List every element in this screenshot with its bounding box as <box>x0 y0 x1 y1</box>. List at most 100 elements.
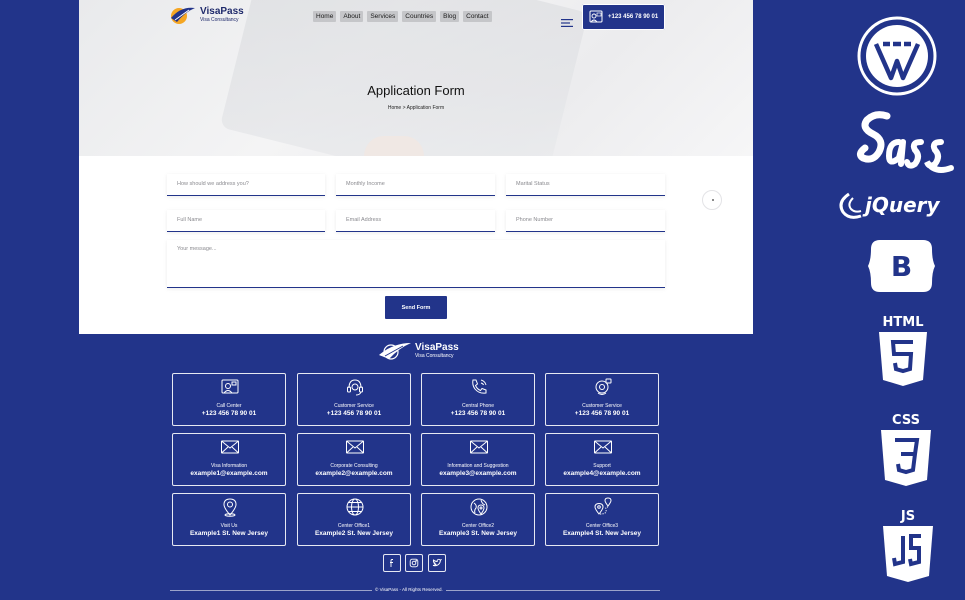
sass-logo <box>856 111 954 173</box>
screenshot-frame: VisaPass Visa Consultancy Home About Ser… <box>79 0 753 334</box>
envelope-icon <box>346 440 364 454</box>
fullname-input[interactable]: Full Name <box>167 210 325 232</box>
card-value: Example4 St. New Jersey <box>562 530 642 537</box>
card-value: Example2 St. New Jersey <box>314 530 394 537</box>
svg-text:CSS: CSS <box>892 413 920 428</box>
phone-placeholder: Phone Number <box>516 217 553 223</box>
contact-card-customer-service-2[interactable]: Customer Service +123 456 78 90 01 <box>545 373 659 426</box>
contact-card-visa-information[interactable]: Visa Information example1@example.com <box>172 433 286 486</box>
js-logo: JS <box>883 509 933 582</box>
nav-contact[interactable]: Contact <box>463 11 492 22</box>
card-value: Example3 St. New Jersey <box>438 530 518 537</box>
site-logo[interactable]: VisaPass Visa Consultancy <box>167 4 244 26</box>
support-agent-icon <box>595 378 612 395</box>
nav-blog[interactable]: Blog <box>440 11 460 22</box>
card-value: +123 456 78 90 01 <box>326 410 382 417</box>
plane-logo-icon <box>379 343 411 360</box>
headset-icon <box>347 379 363 396</box>
envelope-icon <box>594 440 612 454</box>
svg-text:HTML: HTML <box>883 315 924 330</box>
instagram-icon <box>409 558 419 568</box>
plane-logo-icon <box>167 4 197 26</box>
globe-pin-icon <box>470 498 488 516</box>
contact-card-central-phone[interactable]: Central Phone +123 456 78 90 01 <box>421 373 535 426</box>
card-label: Call Center <box>216 403 242 409</box>
card-label: Support <box>593 463 611 469</box>
nav-about[interactable]: About <box>340 11 364 22</box>
hero-banner: VisaPass Visa Consultancy Home About Ser… <box>79 0 753 156</box>
card-label: Visit Us <box>220 523 238 529</box>
breadcrumb-home[interactable]: Home <box>388 105 401 111</box>
html5-logo: HTML <box>879 315 927 386</box>
main-nav: Home About Services Countries Blog Conta… <box>313 11 492 22</box>
email-placeholder: Email Address <box>346 217 382 223</box>
scroll-circle-button[interactable] <box>702 190 722 210</box>
call-center-icon <box>589 10 603 23</box>
nav-services[interactable]: Services <box>367 11 399 22</box>
card-label: Customer Service <box>582 403 622 409</box>
card-label: Center Office3 <box>585 523 619 529</box>
footer-brand-name: VisaPass <box>415 342 459 353</box>
envelope-icon <box>221 440 239 454</box>
contact-card-center-office-1[interactable]: Center Office1 Example2 St. New Jersey <box>297 493 411 546</box>
wordpress-logo <box>857 16 937 96</box>
card-label: Customer Service <box>334 403 374 409</box>
footer-brand-tagline: Visa Consultancy <box>415 353 454 359</box>
footer-logo[interactable]: VisaPass Visa Consultancy <box>377 341 459 361</box>
hand-background <box>364 136 424 156</box>
email-input[interactable]: Email Address <box>336 210 495 232</box>
contact-card-center-office-3[interactable]: Center Office3 Example4 St. New Jersey <box>545 493 659 546</box>
marital-status-input[interactable]: Marital Status <box>506 174 665 196</box>
card-label: Visa Information <box>210 463 248 469</box>
map-route-icon <box>594 497 612 515</box>
nav-home[interactable]: Home <box>313 11 337 22</box>
twitter-link[interactable] <box>428 554 446 572</box>
income-input[interactable]: Monthly Income <box>336 174 495 196</box>
contact-card-call-center[interactable]: Call Center +123 456 78 90 01 <box>172 373 286 426</box>
brand-name: VisaPass <box>200 6 244 17</box>
card-value: example2@example.com <box>315 470 393 477</box>
breadcrumb-current: Application Form <box>406 105 445 111</box>
phone-icon <box>472 379 487 394</box>
card-value: +123 456 78 90 01 <box>201 410 257 417</box>
call-center-icon <box>221 379 239 394</box>
phone-input[interactable]: Phone Number <box>506 210 665 232</box>
nav-countries[interactable]: Countries <box>402 11 437 22</box>
contact-card-information-suggestion[interactable]: Information and Suggestion example3@exam… <box>421 433 535 486</box>
header-phone-button[interactable]: +123 456 78 90 01 <box>582 4 665 30</box>
send-form-button[interactable]: Send Form <box>385 296 447 319</box>
contact-card-visit-us[interactable]: Visit Us Example1 St. New Jersey <box>172 493 286 546</box>
brand-tagline: Visa Consultancy <box>200 17 239 23</box>
bootstrap-logo: B <box>868 240 935 292</box>
message-textarea[interactable]: Your message... <box>167 240 665 288</box>
contact-card-support[interactable]: Support example4@example.com <box>545 433 659 486</box>
card-value: example3@example.com <box>439 470 517 477</box>
card-label: Center Office1 <box>337 523 371 529</box>
dot-icon <box>712 199 714 201</box>
name-placeholder: How should we address you? <box>177 181 249 187</box>
facebook-icon <box>390 559 393 567</box>
marital-placeholder: Marital Status <box>516 181 550 187</box>
fullname-placeholder: Full Name <box>177 217 203 223</box>
breadcrumb-separator: > <box>402 105 406 111</box>
card-label: Central Phone <box>462 403 494 409</box>
card-label: Information and Suggestion <box>447 463 509 469</box>
card-label: Center Office2 <box>461 523 495 529</box>
card-value: +123 456 78 90 01 <box>574 410 630 417</box>
map-pin-icon <box>223 498 237 517</box>
globe-icon <box>346 498 364 516</box>
svg-text:JS: JS <box>900 509 915 524</box>
instagram-link[interactable] <box>405 554 423 572</box>
contact-card-customer-service-1[interactable]: Customer Service +123 456 78 90 01 <box>297 373 411 426</box>
card-value: +123 456 78 90 01 <box>450 410 506 417</box>
name-input[interactable]: How should we address you? <box>167 174 325 196</box>
facebook-link[interactable] <box>383 554 401 572</box>
css3-logo: CSS <box>881 413 931 486</box>
hamburger-menu-icon[interactable] <box>561 12 573 27</box>
breadcrumb: Home > Application Form <box>79 105 753 111</box>
contact-card-center-office-2[interactable]: Center Office2 Example3 St. New Jersey <box>421 493 535 546</box>
svg-text:jQuery: jQuery <box>862 193 941 217</box>
twitter-icon <box>432 558 442 567</box>
svg-text:B: B <box>891 250 912 283</box>
contact-card-corporate-consulting[interactable]: Corporate Consulting example2@example.co… <box>297 433 411 486</box>
